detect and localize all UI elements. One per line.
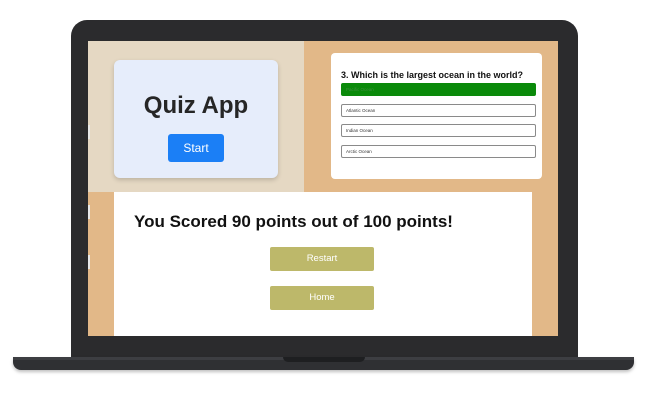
answer-option-indian[interactable]: Indian Ocean [341, 124, 536, 137]
question-panel: 3. Which is the largest ocean in the wor… [304, 41, 558, 192]
bezel-edge-mark [88, 255, 90, 269]
score-text: You Scored 90 points out of 100 points! [134, 212, 453, 231]
start-panel: Quiz App Start [88, 41, 304, 192]
laptop-screen: Quiz App Start 3. Which is the largest o… [88, 41, 558, 336]
start-card: Quiz App Start [114, 60, 278, 178]
result-card: You Scored 90 points out of 100 points! … [114, 192, 532, 336]
result-panel: You Scored 90 points out of 100 points! … [88, 192, 558, 336]
start-button[interactable]: Start [168, 134, 224, 162]
question-text: 3. Which is the largest ocean in the wor… [341, 70, 524, 80]
restart-button[interactable]: Restart [270, 247, 374, 271]
laptop-notch [283, 357, 365, 362]
bezel-edge-mark [88, 125, 90, 139]
app-title: Quiz App [143, 92, 249, 119]
question-card: 3. Which is the largest ocean in the wor… [331, 53, 542, 179]
answer-option-atlantic[interactable]: Atlantic Ocean [341, 104, 536, 117]
answer-option-arctic[interactable]: Arctic Ocean [341, 145, 536, 158]
bezel-edge-mark [88, 205, 90, 219]
home-button[interactable]: Home [270, 286, 374, 310]
answer-option-pacific[interactable]: Pacific Ocean [341, 83, 536, 96]
